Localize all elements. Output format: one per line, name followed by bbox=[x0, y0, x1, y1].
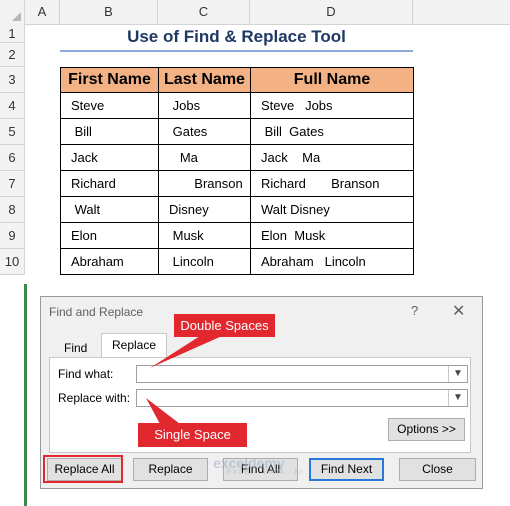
cell-first-name[interactable]: Steve bbox=[60, 92, 159, 119]
replace-all-highlight bbox=[43, 455, 123, 483]
cell-first-name[interactable]: Jack bbox=[60, 144, 159, 171]
table-row: Walt Disney Walt Disney bbox=[60, 196, 414, 223]
chevron-down-icon[interactable]: ▼ bbox=[448, 366, 467, 382]
replace-with-input[interactable]: ▼ bbox=[136, 389, 468, 407]
replace-with-label: Replace with: bbox=[58, 391, 131, 405]
cell-last-name[interactable]: Branson bbox=[158, 170, 251, 197]
cell-last-name[interactable]: Disney bbox=[158, 196, 251, 223]
table-row: Richard Branson Richard Branson bbox=[60, 170, 414, 197]
watermark: exceldemy EXCEL · DATA · BI bbox=[213, 455, 303, 476]
double-spaces-callout: Double Spaces bbox=[174, 314, 275, 337]
find-next-button[interactable]: Find Next bbox=[309, 458, 384, 481]
row-header-5[interactable]: 5 bbox=[0, 119, 25, 145]
column-header-b[interactable]: B bbox=[60, 0, 158, 24]
cell-full-name[interactable]: Richard Branson bbox=[250, 170, 414, 197]
header-last-name[interactable]: Last Name bbox=[158, 67, 251, 93]
close-button[interactable]: Close bbox=[399, 458, 476, 481]
row-header-1[interactable]: 1 bbox=[0, 24, 25, 43]
watermark-tagline: EXCEL · DATA · BI bbox=[227, 469, 303, 476]
find-what-label: Find what: bbox=[58, 367, 114, 381]
cell-last-name[interactable]: Gates bbox=[158, 118, 251, 145]
cell-first-name[interactable]: Richard bbox=[60, 170, 159, 197]
table-row: Abraham Lincoln Abraham Lincoln bbox=[60, 248, 414, 275]
cell-full-name[interactable]: Bill Gates bbox=[250, 118, 414, 145]
column-headers: A B C D bbox=[0, 0, 510, 25]
row-header-3[interactable]: 3 bbox=[0, 67, 25, 93]
row-header-4[interactable]: 4 bbox=[0, 93, 25, 119]
row-header-2[interactable]: 2 bbox=[0, 43, 25, 67]
cell-last-name[interactable]: Lincoln bbox=[158, 248, 251, 275]
row-header-8[interactable]: 8 bbox=[0, 197, 25, 223]
column-header-d[interactable]: D bbox=[250, 0, 413, 24]
cell-full-name[interactable]: Abraham Lincoln bbox=[250, 248, 414, 275]
names-table: First Name Last Name Full Name Steve Job… bbox=[60, 67, 414, 275]
row-header-10[interactable]: 10 bbox=[0, 249, 25, 275]
table-row: Elon Musk Elon Musk bbox=[60, 222, 414, 249]
cell-full-name[interactable]: Elon Musk bbox=[250, 222, 414, 249]
cell-first-name[interactable]: Walt bbox=[60, 196, 159, 223]
cell-first-name[interactable]: Bill bbox=[60, 118, 159, 145]
chevron-down-icon[interactable]: ▼ bbox=[448, 390, 467, 406]
cell-full-name[interactable]: Jack Ma bbox=[250, 144, 414, 171]
title-underline bbox=[60, 50, 413, 52]
cell-first-name[interactable]: Elon bbox=[60, 222, 159, 249]
tab-replace[interactable]: Replace bbox=[101, 333, 168, 359]
find-what-input[interactable]: ▼ bbox=[136, 365, 468, 383]
cell-last-name[interactable]: Ma bbox=[158, 144, 251, 171]
header-full-name[interactable]: Full Name bbox=[250, 67, 414, 93]
row-header-6[interactable]: 6 bbox=[0, 145, 25, 171]
options-button[interactable]: Options >> bbox=[388, 418, 465, 441]
row-header-7[interactable]: 7 bbox=[0, 171, 25, 197]
header-first-name[interactable]: First Name bbox=[60, 67, 159, 93]
help-button[interactable]: ? bbox=[411, 303, 418, 318]
cell-full-name[interactable]: Steve Jobs bbox=[250, 92, 414, 119]
table-row: Bill Gates Bill Gates bbox=[60, 118, 414, 145]
tab-find[interactable]: Find bbox=[58, 337, 93, 359]
sheet-title[interactable]: Use of Find & Replace Tool bbox=[60, 27, 413, 47]
row-header-9[interactable]: 9 bbox=[0, 223, 25, 249]
cell-last-name[interactable]: Musk bbox=[158, 222, 251, 249]
close-icon[interactable]: ✕ bbox=[452, 301, 465, 321]
select-all-corner[interactable] bbox=[0, 0, 25, 24]
table-row: Steve Jobs Steve Jobs bbox=[60, 92, 414, 119]
replace-panel: Find what: ▼ Replace with: ▼ Options >> bbox=[49, 357, 471, 453]
column-header-c[interactable]: C bbox=[158, 0, 250, 24]
cell-first-name[interactable]: Abraham bbox=[60, 248, 159, 275]
table-row: Jack Ma Jack Ma bbox=[60, 144, 414, 171]
single-space-callout: Single Space bbox=[138, 423, 247, 447]
row-header-edge bbox=[24, 284, 27, 506]
dialog-title: Find and Replace bbox=[49, 305, 144, 319]
column-header-a[interactable]: A bbox=[25, 0, 60, 24]
table-header-row: First Name Last Name Full Name bbox=[60, 67, 414, 93]
cell-last-name[interactable]: Jobs bbox=[158, 92, 251, 119]
replace-button[interactable]: Replace bbox=[133, 458, 208, 481]
cell-full-name[interactable]: Walt Disney bbox=[250, 196, 414, 223]
